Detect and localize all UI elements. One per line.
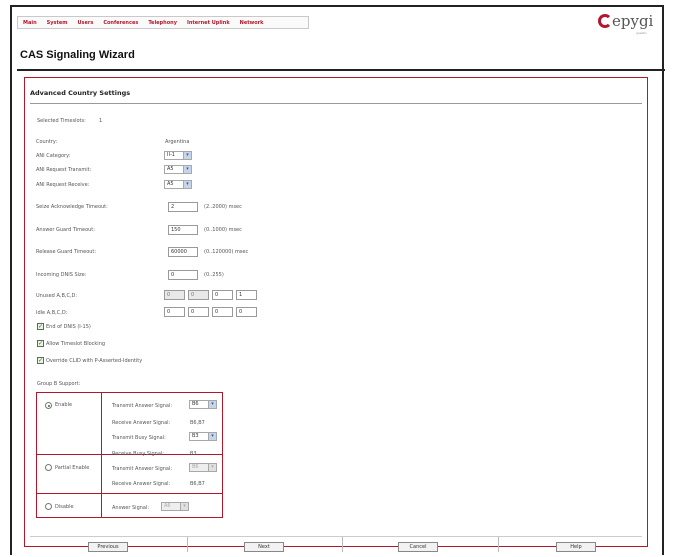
country-value: Argentina [165,139,190,145]
ani-category-label: ANI Category: [36,153,71,159]
unused-b-input[interactable]: 0 [188,290,209,300]
disable-answer-select[interactable]: A6 ▾ [161,502,189,511]
answer-guard-input[interactable]: 150 [168,225,198,235]
ani-transmit-value: A5 [167,166,174,172]
nav-internet-uplink[interactable]: Internet Uplink [187,20,230,26]
logo-word: epygi [612,12,654,30]
partial-receive-answer-label: Receive Answer Signal: [112,481,171,487]
ani-category-select[interactable]: II-1 ▾ [164,151,192,160]
unused-a-input[interactable]: 0 [164,290,185,300]
enable-transmit-answer-select[interactable]: B6 ▾ [189,400,217,409]
disable-radio[interactable] [45,503,52,510]
nav-conferences[interactable]: Conferences [103,20,138,26]
idle-b-input[interactable]: 0 [188,307,209,317]
ani-category-value: II-1 [167,152,175,158]
idle-c-input[interactable]: 0 [212,307,233,317]
disable-answer-label: Answer Signal: [112,505,150,511]
release-guard-label: Release Guard Timeout: [36,249,97,255]
release-guard-range: (0..120000) msec [204,249,249,255]
incoming-dnis-label: Incoming DNIS Size: [36,272,87,278]
release-guard-input[interactable]: 60000 [168,247,198,257]
footer-separator [187,537,188,552]
chevron-down-icon: ▾ [208,401,216,408]
logo-swirl-icon [598,14,612,28]
nav-telephony[interactable]: Telephony [148,20,177,26]
country-label: Country: [36,139,58,145]
group-b-row-divider [37,493,222,494]
group-b-column-divider [101,393,102,517]
title-divider [17,69,665,71]
enable-transmit-answer-label: Transmit Answer Signal: [112,403,173,409]
incoming-dnis-input[interactable]: 0 [168,270,198,280]
partial-transmit-answer-select[interactable]: B6 ▾ [189,463,217,472]
enable-receive-answer-value: B6,B7 [190,420,205,426]
next-button[interactable]: Next [244,542,284,552]
nav-users[interactable]: Users [77,20,93,26]
panel-divider [30,103,642,104]
enable-radio[interactable] [45,402,52,409]
idle-d-input[interactable]: 0 [236,307,257,317]
nav-network[interactable]: Network [240,20,264,26]
partial-enable-label: Partial Enable [55,465,90,471]
footer-separator [498,537,499,552]
partial-transmit-answer-value: B6 [192,464,199,470]
previous-button[interactable]: Previous [88,542,128,552]
chevron-down-icon: ▾ [208,433,216,440]
seize-ack-range: (2..2000) msec [204,204,242,210]
chevron-down-icon: ▾ [208,464,216,471]
enable-receive-busy-label: Receive Busy Signal: [112,451,164,457]
ani-receive-label: ANI Request Receive: [36,182,90,188]
panel-title: Advanced Country Settings [30,89,131,97]
override-clid-checkbox[interactable]: ✓ [37,357,44,364]
answer-guard-range: (0..1000) msec [204,227,242,233]
unused-d-input[interactable]: 1 [236,290,257,300]
unused-abcd-label: Unused A,B,C,D: [36,293,78,299]
disable-answer-value: A6 [164,503,171,509]
unused-c-input[interactable]: 0 [212,290,233,300]
allow-timeslot-blocking-checkbox[interactable]: ✓ [37,340,44,347]
enable-transmit-busy-select[interactable]: B3 ▾ [189,432,217,441]
answer-guard-label: Answer Guard Timeout: [36,227,95,233]
enable-receive-answer-label: Receive Answer Signal: [112,420,171,426]
incoming-dnis-range: (0..255) [204,272,224,278]
ani-receive-select[interactable]: A5 ▾ [164,180,192,189]
partial-enable-radio[interactable] [45,464,52,471]
enable-transmit-answer-value: B6 [192,401,199,407]
partial-receive-answer-value: B6,B7 [190,481,205,487]
enable-transmit-busy-label: Transmit Busy Signal: [112,435,166,441]
nav-system[interactable]: System [47,20,68,26]
page-title: CAS Signaling Wizard [20,49,135,61]
override-clid-label: Override CLID with P-Asserted-Identity [46,358,143,364]
disable-label: Disable [55,504,74,510]
end-of-dnis-label: End of DNIS (I-15) [46,324,91,330]
cancel-button[interactable]: Cancel [398,542,438,552]
ani-transmit-select[interactable]: A5 ▾ [164,165,192,174]
help-button[interactable]: Help [556,542,596,552]
partial-transmit-answer-label: Transmit Answer Signal: [112,466,173,472]
ani-transmit-label: ANI Request Transmit: [36,167,92,173]
enable-receive-busy-value: B3 [190,451,197,457]
end-of-dnis-checkbox[interactable]: ✓ [37,323,44,330]
chevron-down-icon: ▾ [183,152,191,159]
seize-ack-label: Seize Acknowledge Timeout: [36,204,108,210]
group-b-support-label: Group B Support: [37,381,81,387]
enable-label: Enable [55,402,73,408]
logo-sub: quadro [636,31,647,35]
top-navigation: Main System Users Conferences Telephony … [17,16,309,29]
selected-timeslots-label: Selected Timeslots: [37,118,86,124]
epygi-logo: epygi quadro [598,12,660,36]
nav-main[interactable]: Main [23,20,37,26]
ani-receive-value: A5 [167,181,174,187]
selected-timeslots-value: 1 [99,118,103,124]
idle-abcd-label: Idle A,B,C,D: [36,310,68,316]
footer-separator [342,537,343,552]
idle-a-input[interactable]: 0 [164,307,185,317]
enable-transmit-busy-value: B3 [192,433,199,439]
chevron-down-icon: ▾ [183,166,191,173]
chevron-down-icon: ▾ [183,181,191,188]
seize-ack-input[interactable]: 2 [168,202,198,212]
allow-timeslot-blocking-label: Allow Timeslot Blocking [46,341,106,347]
chevron-down-icon: ▾ [180,503,188,510]
